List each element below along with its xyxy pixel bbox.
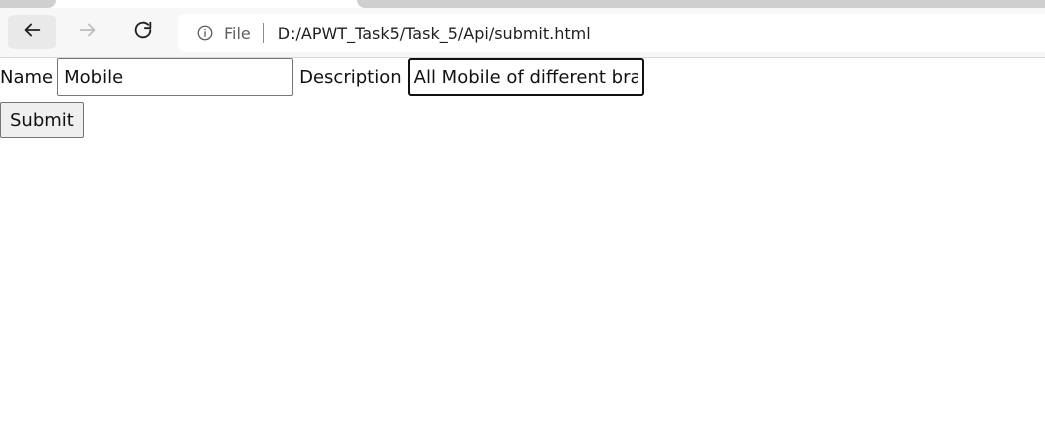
address-url[interactable]: D:/APWT_Task5/Task_5/Api/submit.html [278, 24, 591, 43]
address-bar[interactable]: File D:/APWT_Task5/Task_5/Api/submit.htm… [178, 14, 1045, 52]
refresh-button[interactable] [119, 15, 167, 49]
address-separator [262, 23, 264, 43]
forward-button[interactable] [64, 15, 112, 49]
tab-strip [0, 0, 1045, 8]
name-input[interactable] [57, 58, 294, 96]
name-label: Name [0, 66, 54, 88]
page-content: Name Description Submit [0, 58, 1045, 446]
form-row: Name Description [0, 58, 644, 96]
description-input[interactable] [407, 58, 644, 96]
browser-toolbar: File D:/APWT_Task5/Task_5/Api/submit.htm… [0, 8, 1045, 58]
back-button[interactable] [8, 15, 56, 49]
back-arrow-icon [21, 19, 43, 45]
submit-button[interactable]: Submit [0, 102, 84, 138]
info-icon[interactable] [196, 24, 214, 42]
description-label: Description [299, 66, 402, 88]
forward-arrow-icon [77, 19, 99, 45]
address-scheme-label: File [224, 23, 251, 43]
tab-left[interactable] [0, 0, 56, 8]
tab-right[interactable] [357, 0, 1045, 8]
refresh-icon [132, 19, 154, 45]
